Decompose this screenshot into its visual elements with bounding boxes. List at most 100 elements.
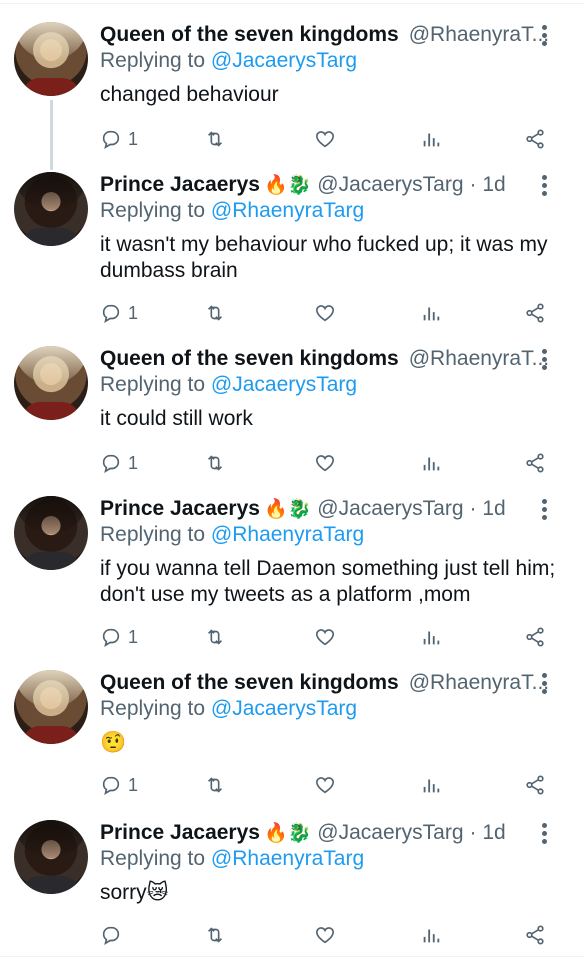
share-button[interactable] [524,770,546,800]
reply-button[interactable]: 1 [100,448,138,478]
views-button[interactable] [420,298,442,328]
replying-handle[interactable]: @JacaerysTarg [211,373,357,396]
reply-button[interactable]: 1 [100,770,138,800]
tweet-actions: 1 [100,622,570,652]
author-handle[interactable]: @JacaerysTarg [317,496,463,522]
views-button[interactable] [420,448,442,478]
reply-button[interactable]: 1 [100,622,138,652]
avatar[interactable] [14,346,88,420]
reply-button[interactable] [100,920,128,950]
retweet-button[interactable] [204,124,226,154]
like-button[interactable] [314,124,336,154]
tweet-time[interactable]: · 1d [470,820,506,846]
heart-icon [315,305,335,322]
top-divider [0,3,584,4]
reply-icon [102,926,120,945]
replying-handle[interactable]: @RhaenyraTarg [211,523,364,546]
like-button[interactable] [314,448,336,478]
more-icon[interactable] [542,496,548,522]
reply-button[interactable]: 1 [100,298,138,328]
tweet-actions: 1 [100,298,570,328]
avatar[interactable] [14,496,88,570]
views-icon [423,307,440,321]
retweet-button[interactable] [204,298,226,328]
avatar[interactable] [14,670,88,744]
author-name[interactable]: Prince Jacaerys [100,172,260,198]
author-handle[interactable]: @JacaerysTarg [317,820,463,846]
like-button[interactable] [314,298,336,328]
author-name[interactable]: Prince Jacaerys [100,820,260,846]
replying-handle[interactable]: @RhaenyraTarg [211,199,364,222]
retweet-icon [207,131,223,147]
thread-line [50,100,53,170]
reply-count: 1 [128,128,139,149]
reply-count: 1 [128,452,139,473]
replying-prefix: Replying to [100,199,206,222]
reply-count: 1 [128,774,139,795]
tweet-time[interactable]: · 1d [470,172,506,198]
replying-handle[interactable]: @RhaenyraTarg [211,847,364,870]
tweet-actions: 1 [100,124,570,154]
reply-count: 1 [128,302,139,323]
reply-icon [102,304,120,323]
retweet-button[interactable] [204,770,226,800]
share-button[interactable] [524,298,546,328]
like-button[interactable] [314,622,336,652]
share-button[interactable] [524,448,546,478]
like-button[interactable] [314,920,336,950]
replying-to: Replying to @RhaenyraTarg [100,198,570,224]
tweet-actions: 1 [100,448,570,478]
author-handle[interactable]: @RhaenyraT... [409,346,549,372]
more-icon[interactable] [542,22,548,48]
retweet-icon [207,927,223,943]
reply-button[interactable]: 1 [100,124,138,154]
views-button[interactable] [420,124,442,154]
author-name[interactable]: Prince Jacaerys [100,496,260,522]
share-icon [526,775,544,795]
author-emoji: 🔥🐉 [263,175,312,196]
reply-icon [102,454,120,473]
avatar[interactable] [14,172,88,246]
like-button[interactable] [314,770,336,800]
avatar[interactable] [14,820,88,894]
share-button[interactable] [524,124,546,154]
views-icon [423,779,440,793]
share-button[interactable] [524,622,546,652]
author-handle[interactable]: @RhaenyraT... [409,22,549,48]
views-icon [423,457,440,471]
retweet-button[interactable] [204,448,226,478]
more-icon[interactable] [542,346,548,372]
more-icon[interactable] [542,820,548,846]
more-icon[interactable] [542,670,548,696]
retweet-icon [207,629,223,645]
share-icon [526,627,544,647]
replying-to: Replying to @JacaerysTarg [100,696,570,722]
share-button[interactable] [524,920,546,950]
tweet-text: changed behaviour [100,83,279,106]
replying-prefix: Replying to [100,697,206,720]
bottom-divider [0,956,584,957]
author-name[interactable]: Queen of the seven kingdoms [100,346,399,372]
tweet-text: sorry😿 [100,881,169,904]
retweet-button[interactable] [204,920,226,950]
avatar[interactable] [14,22,88,96]
tweet-text: it wasn't my behaviour who fucked up; it… [100,233,548,282]
replying-handle[interactable]: @JacaerysTarg [211,49,357,72]
reply-icon [102,776,120,795]
views-button[interactable] [420,920,442,950]
replying-handle[interactable]: @JacaerysTarg [211,697,357,720]
views-icon [423,929,440,943]
views-button[interactable] [420,770,442,800]
views-button[interactable] [420,622,442,652]
author-emoji: 🔥🐉 [263,499,312,520]
author-name[interactable]: Queen of the seven kingdoms [100,670,399,696]
tweet-time[interactable]: · 1d [470,496,506,522]
retweet-button[interactable] [204,622,226,652]
heart-icon [315,777,335,794]
more-icon[interactable] [542,172,548,198]
views-icon [423,631,440,645]
author-handle[interactable]: @RhaenyraT... [409,670,549,696]
author-handle[interactable]: @JacaerysTarg [317,172,463,198]
author-name[interactable]: Queen of the seven kingdoms [100,22,399,48]
tweet-text: 🤨 [100,731,127,754]
